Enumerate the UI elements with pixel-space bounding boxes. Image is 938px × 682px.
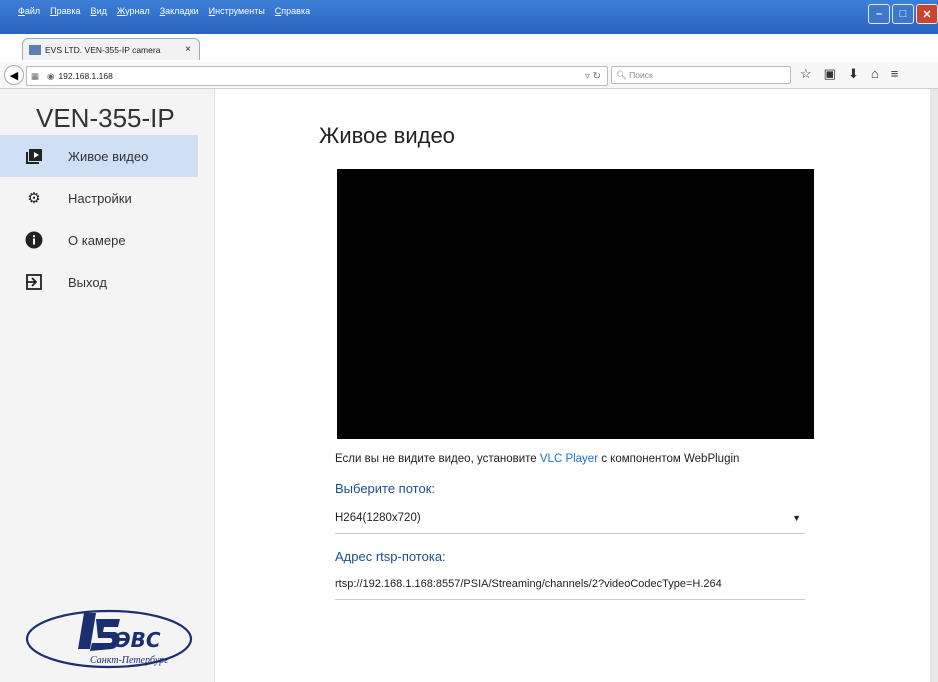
sidebar-item-live-video[interactable]: Живое видео [0, 135, 198, 177]
company-logo: ЭВС Санкт-Петербург [24, 597, 194, 675]
video-player[interactable] [337, 169, 814, 439]
sidebar-item-label: Живое видео [68, 148, 149, 164]
menu-icon[interactable]: ≡ [891, 66, 899, 82]
page-scrollbar[interactable] [930, 89, 938, 682]
sidebar-item-label: Выход [68, 274, 107, 290]
download-icon[interactable]: ⬇ [848, 66, 859, 82]
info-icon [24, 230, 44, 250]
url-text: 192.168.1.168 [58, 71, 113, 81]
reload-icon[interactable]: ▿ ↻ [585, 71, 601, 82]
caret-down-icon: ▼ [792, 513, 801, 523]
minimize-button[interactable]: – [868, 4, 890, 24]
rtsp-label: Адрес rtsp-потока: [335, 549, 446, 564]
clipboard-icon[interactable]: ▣ [824, 66, 836, 82]
main-content: Живое видео Если вы не видите видео, уст… [215, 89, 931, 682]
menu-bar: Файл Правка Вид Журнал Закладки Инструме… [0, 6, 310, 24]
sidebar-item-label: Настройки [68, 190, 132, 206]
menu-help[interactable]: Справка [275, 6, 310, 24]
url-bar[interactable]: ▦ ◉ 192.168.1.168 ▿ ↻ [26, 66, 608, 86]
sidebar-item-label: О камере [68, 232, 126, 248]
hint-text-after: с компонентом WebPlugin [598, 453, 740, 465]
browser-toolbar: ◀ ▦ ◉ 192.168.1.168 ▿ ↻ 🔍︎ Поиск ☆ ▣ ⬇ ⌂… [0, 62, 938, 89]
menu-tools[interactable]: Инструменты [209, 6, 265, 24]
favicon-icon [29, 44, 41, 55]
sidebar-item-settings[interactable]: ⚙ Настройки [0, 177, 198, 219]
svg-text:ЭВС: ЭВС [116, 628, 161, 652]
window-titlebar: Файл Правка Вид Журнал Закладки Инструме… [0, 0, 938, 34]
hint-text-before: Если вы не видите видео, установите [335, 453, 540, 465]
stream-select[interactable]: H264(1280x720) ▼ [335, 503, 805, 534]
close-window-button[interactable]: ✕ [916, 4, 938, 24]
home-icon[interactable]: ⌂ [871, 66, 879, 82]
bookmark-star-icon[interactable]: ☆ [800, 66, 812, 82]
page-title: Живое видео [319, 123, 455, 148]
rtsp-address-field[interactable]: rtsp://192.168.1.168:8557/PSIA/Streaming… [335, 569, 805, 600]
search-icon: 🔍︎ [616, 69, 627, 80]
plugin-hint: Если вы не видите видео, установите VLC … [335, 453, 739, 465]
tab-title: EVS LTD. VEN-355-IP camera [45, 44, 161, 55]
sidebar-item-exit[interactable]: Выход [0, 261, 198, 303]
page-info-icon: ▦ [31, 70, 40, 81]
sidebar: VEN-355-IP Живое видео ⚙ Настройки О кам… [0, 89, 215, 682]
arrow-left-icon: ◀ [9, 69, 19, 82]
back-button[interactable]: ◀ [4, 65, 24, 85]
exit-icon [24, 272, 44, 292]
new-tab-button[interactable]: + [208, 40, 216, 56]
rtsp-address-value: rtsp://192.168.1.168:8557/PSIA/Streaming… [335, 578, 722, 590]
maximize-button[interactable]: □ [892, 4, 914, 24]
sidebar-nav: Живое видео ⚙ Настройки О камере Выход [0, 135, 198, 303]
globe-icon: ◉ [47, 70, 55, 81]
tab-close-icon[interactable]: × [185, 44, 191, 55]
sidebar-item-about[interactable]: О камере [0, 219, 198, 261]
play-box-icon [24, 146, 44, 166]
gear-icon: ⚙ [27, 190, 41, 207]
stream-select-label: Выберите поток: [335, 481, 436, 496]
stream-select-value: H264(1280x720) [335, 512, 421, 524]
window-controls: – □ ✕ [868, 4, 938, 24]
menu-edit[interactable]: Правка [50, 6, 80, 24]
menu-history[interactable]: Журнал [117, 6, 150, 24]
menu-view[interactable]: Вид [91, 6, 107, 24]
search-input[interactable]: 🔍︎ Поиск [611, 66, 791, 84]
vlc-player-link[interactable]: VLC Player [540, 453, 598, 465]
toolbar-icons: ☆ ▣ ⬇ ⌂ ≡ [800, 66, 898, 82]
svg-text:Санкт-Петербург: Санкт-Петербург [90, 655, 168, 666]
brand-title: VEN-355-IP [36, 103, 175, 133]
menu-file[interactable]: Файл [18, 6, 40, 24]
search-placeholder: Поиск [629, 70, 653, 80]
browser-tab[interactable]: EVS LTD. VEN-355-IP camera × [22, 38, 200, 60]
menu-bookmarks[interactable]: Закладки [160, 6, 199, 24]
